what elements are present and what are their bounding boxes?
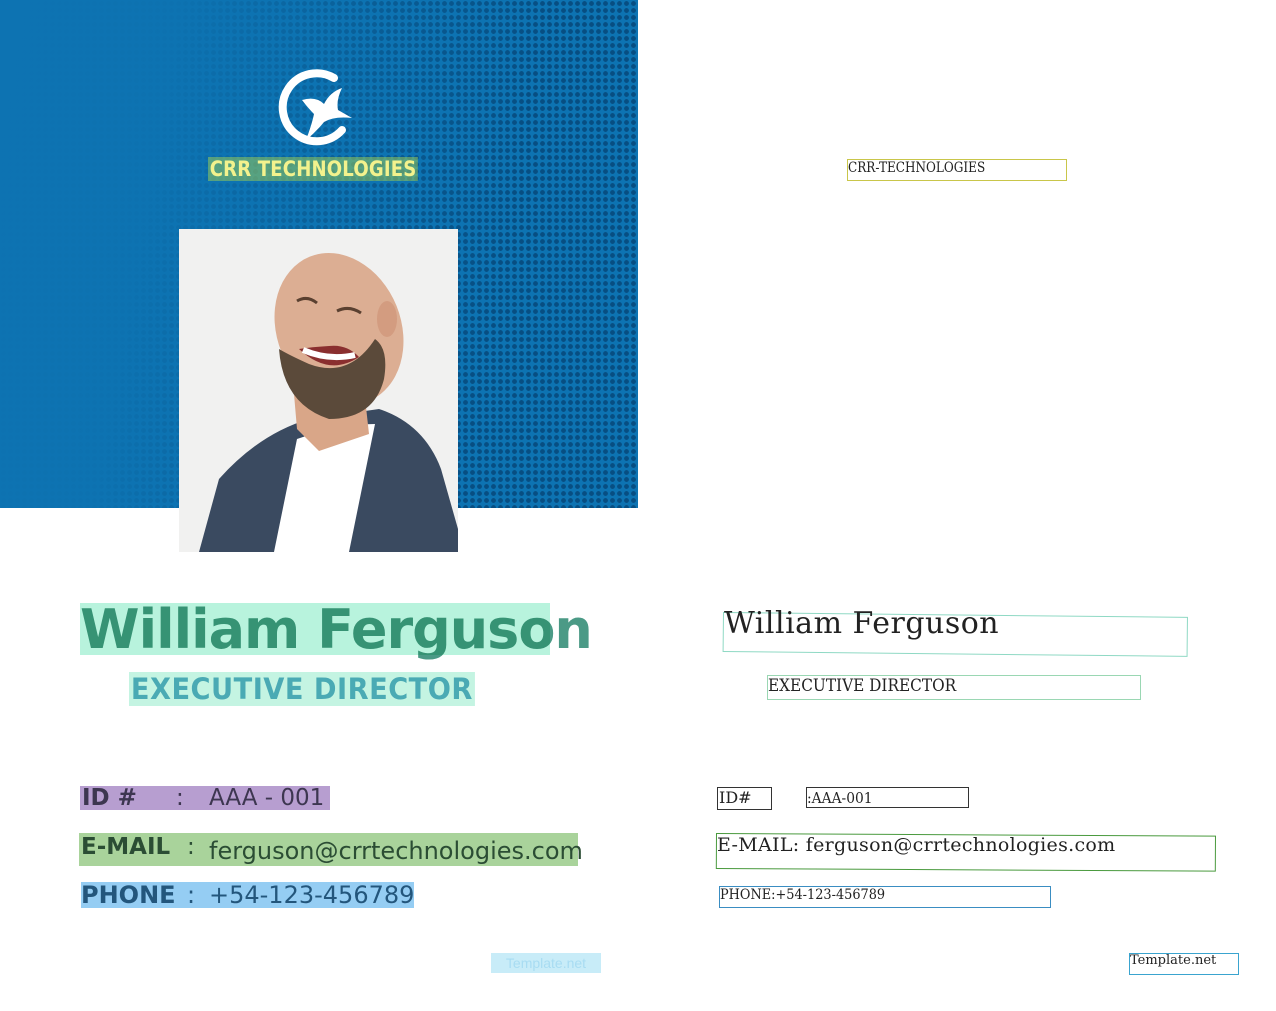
portrait-photo (179, 229, 458, 552)
company-logo-icon (278, 69, 352, 146)
email-separator: : (187, 834, 195, 860)
name-last: Ferguson (317, 598, 593, 661)
id-row: ID # : AAA - 001 (80, 786, 330, 810)
id-value: AAA - 001 (209, 785, 325, 811)
company-name: CRR TECHNOLOGIES (208, 157, 419, 181)
email-row: E-MAIL : ferguson@crrtechnologies.com (79, 833, 583, 866)
ocr-job-title: EXECUTIVE DIRECTOR (768, 676, 957, 696)
job-title: EXECUTIVE DIRECTOR (129, 672, 475, 706)
phone-value: +54-123-456789 (209, 881, 415, 909)
ocr-watermark: Template.net (1130, 953, 1217, 968)
id-separator: : (176, 785, 184, 811)
employee-name: William Ferguson (80, 598, 593, 661)
email-label: E-MAIL (81, 834, 171, 860)
employee-photo (179, 229, 458, 552)
phone-label: PHONE (81, 881, 176, 909)
email-value: ferguson@crrtechnologies.com (209, 837, 583, 865)
ocr-company-name: CRR-TECHNOLOGIES (848, 160, 986, 176)
ocr-id-value: :AAA-001 (807, 789, 873, 807)
ocr-person-name: William Ferguson (724, 606, 1000, 641)
phone-separator: : (187, 881, 196, 909)
ocr-id-label: ID# (719, 788, 752, 807)
id-label: ID # (82, 785, 137, 811)
ocr-email: E-MAIL: ferguson@crrtechnologies.com (717, 834, 1116, 856)
ocr-phone: PHONE:+54-123-456789 (720, 887, 886, 903)
name-first: William (80, 598, 300, 661)
template-watermark: Template.net (491, 953, 601, 973)
phone-row: PHONE : +54-123-456789 (81, 881, 415, 909)
